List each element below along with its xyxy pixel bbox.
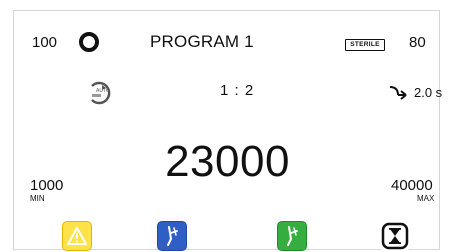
delay-arrow-icon: [388, 83, 408, 103]
torque-ring-icon[interactable]: [78, 31, 100, 53]
auto-label: AUTO: [96, 88, 110, 94]
delay-value[interactable]: 2.0 s: [414, 85, 442, 100]
handpiece-blue-button[interactable]: [157, 221, 187, 251]
gear-ratio-value[interactable]: 1 : 2: [220, 82, 254, 99]
sterile-badge: STERILE: [345, 39, 385, 51]
min-speed-value: 1000: [30, 177, 64, 194]
warning-triangle-icon: [67, 227, 87, 245]
sterile-value: 80: [409, 34, 426, 51]
program-title[interactable]: PROGRAM 1: [150, 32, 254, 52]
auto-reverse-icon[interactable]: AUTO: [86, 80, 112, 106]
max-speed-label: MAX: [417, 194, 435, 203]
min-speed-label: MIN: [30, 194, 45, 203]
handpiece-green-button[interactable]: [277, 221, 307, 251]
torque-value: 100: [32, 34, 58, 51]
warning-button[interactable]: [62, 221, 92, 251]
hourglass-icon: [381, 222, 409, 250]
device-screen: 100 PROGRAM 1 STERILE 80 AUTO 1 : 2 2.0 …: [13, 10, 442, 251]
speed-value: 23000: [165, 137, 290, 186]
contra-angle-handpiece-icon: [287, 226, 298, 246]
max-speed-value: 40000: [391, 177, 433, 194]
timer-button[interactable]: [380, 221, 410, 251]
contra-angle-handpiece-icon: [167, 226, 178, 246]
